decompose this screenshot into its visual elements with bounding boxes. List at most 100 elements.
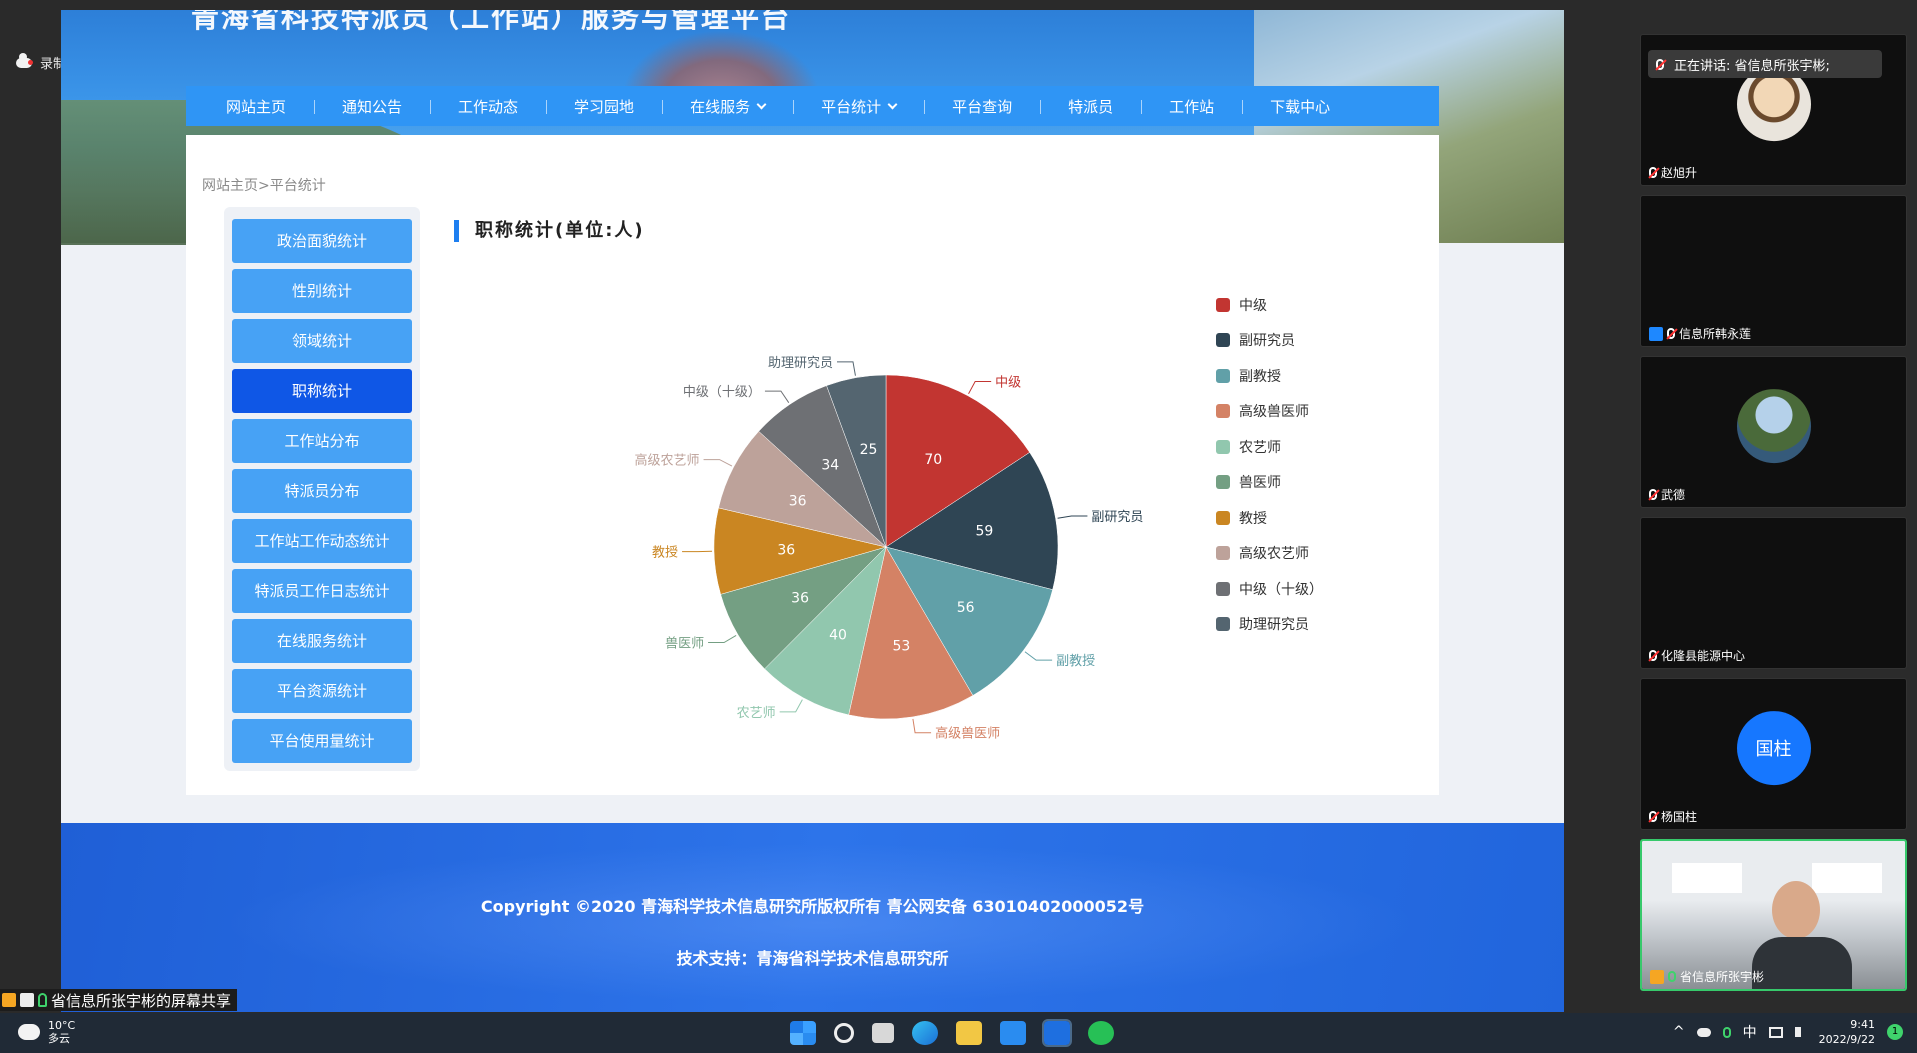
mail-icon[interactable]: [1000, 1021, 1026, 1045]
slice-leader-line: [764, 390, 790, 403]
mic-muted-icon: [1649, 167, 1657, 178]
sidebar-button-9[interactable]: 平台资源统计: [232, 669, 412, 713]
sidebar-button-3[interactable]: 职称统计: [232, 369, 412, 413]
nav-item-4[interactable]: 在线服务: [662, 96, 793, 117]
title-pie-chart: 70 中级 59 副研究员 56 副教授 53 高级兽医师 40 农艺师 36 兽医师 36 教授 36 高级…: [635, 356, 1144, 742]
participant-name-bar: 武德: [1649, 486, 1685, 503]
nav-item-0[interactable]: 网站主页: [198, 96, 314, 117]
nav-item-9[interactable]: 下载中心: [1242, 96, 1358, 117]
screen-share-bar[interactable]: 省信息所张宇彬的屏幕共享: [0, 989, 238, 1011]
clock[interactable]: 9:41 2022/9/22: [1819, 1017, 1875, 1047]
sidebar-button-10[interactable]: 平台使用量统计: [232, 719, 412, 763]
participant-name: 信息所韩永莲: [1679, 327, 1752, 341]
legend-label: 助理研究员: [1239, 617, 1309, 634]
system-tray: ^ 中 9:41 2022/9/22 1: [1673, 1017, 1903, 1047]
chart-title: 职称统计(单位:人): [454, 220, 645, 242]
network-icon[interactable]: [1768, 1026, 1783, 1038]
legend-swatch: [1216, 581, 1230, 596]
sidebar-button-6[interactable]: 工作站工作动态统计: [232, 519, 412, 563]
mic-icon[interactable]: [1722, 1026, 1731, 1038]
legend-swatch: [1216, 297, 1230, 312]
nav-item-3[interactable]: 学习园地: [546, 96, 662, 117]
legend-item[interactable]: 副研究员: [1216, 323, 1323, 359]
speaking-label: 正在讲话: 省信息所张宇彬;: [1674, 58, 1830, 74]
legend-item[interactable]: 中级: [1216, 287, 1323, 323]
legend-item[interactable]: 助理研究员: [1216, 607, 1323, 643]
ime-indicator[interactable]: 中: [1743, 1022, 1757, 1042]
participant-name: 杨国柱: [1661, 810, 1698, 824]
shared-screen: 青海省科技特派员（工作站）服务与管理平台 网站主页 通知公告 工作动态 学习园地 在线服…: [61, 10, 1564, 1012]
nav-item-8[interactable]: 工作站: [1141, 96, 1242, 117]
speaking-indicator: 正在讲话: 省信息所张宇彬;: [1648, 50, 1882, 78]
participant-tile[interactable]: 武德: [1640, 356, 1907, 508]
weather-widget[interactable]: 10°C 多云: [16, 1019, 76, 1045]
participant-tile[interactable]: 化隆县能源中心: [1640, 517, 1907, 669]
sidebar-button-4[interactable]: 工作站分布: [232, 419, 412, 463]
legend-swatch: [1216, 546, 1230, 561]
legend-item[interactable]: 中级（十级）: [1216, 571, 1323, 607]
sidebar-button-5[interactable]: 特派员分布: [232, 469, 412, 513]
slice-leader-line: [1024, 651, 1053, 661]
footer-tech-support: 技术支持：青海省科学技术信息研究所: [676, 949, 949, 968]
nav-item-label: 网站主页: [226, 97, 287, 116]
mic-muted-icon: [1649, 811, 1657, 822]
legend-item[interactable]: 教授: [1216, 500, 1323, 536]
breadcrumb[interactable]: 网站主页>平台统计: [202, 175, 326, 195]
nav-item-label: 下载中心: [1270, 97, 1331, 116]
slice-category-label: 高级农艺师: [635, 453, 700, 469]
taskbar-apps: [790, 1019, 1114, 1047]
slice-value-label: 40: [829, 627, 847, 643]
legend-label: 副研究员: [1239, 333, 1295, 350]
weather-condition: 多云: [48, 1032, 70, 1045]
sidebar-button-8[interactable]: 在线服务统计: [232, 619, 412, 663]
legend-item[interactable]: 副教授: [1216, 358, 1323, 394]
mic-muted-icon: [1649, 650, 1657, 661]
legend-item[interactable]: 高级兽医师: [1216, 394, 1323, 430]
windows-start-icon[interactable]: [790, 1021, 816, 1045]
nav-item-2[interactable]: 工作动态: [430, 96, 546, 117]
slice-category-label: 助理研究员: [768, 356, 833, 371]
legend-item[interactable]: 高级农艺师: [1216, 536, 1323, 572]
notification-badge[interactable]: 1: [1887, 1024, 1903, 1040]
slice-category-label: 高级兽医师: [935, 726, 1000, 742]
file-explorer-icon[interactable]: [956, 1021, 982, 1045]
nav-item-1[interactable]: 通知公告: [314, 96, 430, 117]
slice-value-label: 34: [821, 457, 839, 473]
participant-tile[interactable]: 省信息所张宇彬: [1640, 839, 1907, 991]
nav-item-5[interactable]: 平台统计: [793, 96, 924, 117]
screen-share-label: 省信息所张宇彬的屏幕共享: [51, 991, 232, 1010]
chevron-up-icon[interactable]: ^: [1673, 1024, 1685, 1040]
nav-item-7[interactable]: 特派员: [1040, 96, 1141, 117]
mic-muted-icon: [1667, 328, 1675, 339]
participant-tile[interactable]: 国柱 杨国柱: [1640, 678, 1907, 830]
slice-leader-line: [836, 361, 856, 376]
edge-browser-icon[interactable]: [912, 1021, 938, 1045]
volume-icon[interactable]: [1794, 1027, 1807, 1037]
legend-swatch: [1216, 368, 1230, 383]
legend-swatch: [1216, 404, 1230, 419]
participant-tile[interactable]: 信息所韩永莲: [1640, 195, 1907, 347]
sidebar-button-0[interactable]: 政治面貌统计: [232, 219, 412, 263]
legend-item[interactable]: 兽医师: [1216, 465, 1323, 501]
legend-label: 兽医师: [1239, 475, 1281, 492]
slice-category-label: 中级（十级）: [683, 385, 761, 400]
meeting-app-icon[interactable]: [1042, 1019, 1072, 1047]
participant-name-bar: 赵旭升: [1649, 164, 1697, 181]
participant-name: 武德: [1661, 488, 1686, 502]
slice-value-label: 25: [860, 442, 878, 458]
weather-temp: 10°C: [48, 1019, 76, 1032]
slice-category-label: 兽医师: [665, 637, 704, 652]
task-view-icon[interactable]: [872, 1023, 894, 1043]
sidebar-button-1[interactable]: 性别统计: [232, 269, 412, 313]
slice-value-label: 36: [789, 494, 807, 510]
legend-item[interactable]: 农艺师: [1216, 429, 1323, 465]
sidebar-button-2[interactable]: 领域统计: [232, 319, 412, 363]
nav-item-6[interactable]: 平台查询: [924, 96, 1040, 117]
wechat-icon[interactable]: [1088, 1021, 1114, 1045]
sidebar-button-7[interactable]: 特派员工作日志统计: [232, 569, 412, 613]
search-icon[interactable]: [834, 1023, 854, 1043]
footer-copyright: Copyright ©2020 青海科学技术信息研究所版权所有 青公网安备 63…: [480, 897, 1145, 916]
legend-label: 农艺师: [1239, 439, 1281, 456]
site-title: 青海省科技特派员（工作站）服务与管理平台: [191, 10, 792, 34]
onedrive-icon[interactable]: [1696, 1027, 1711, 1037]
